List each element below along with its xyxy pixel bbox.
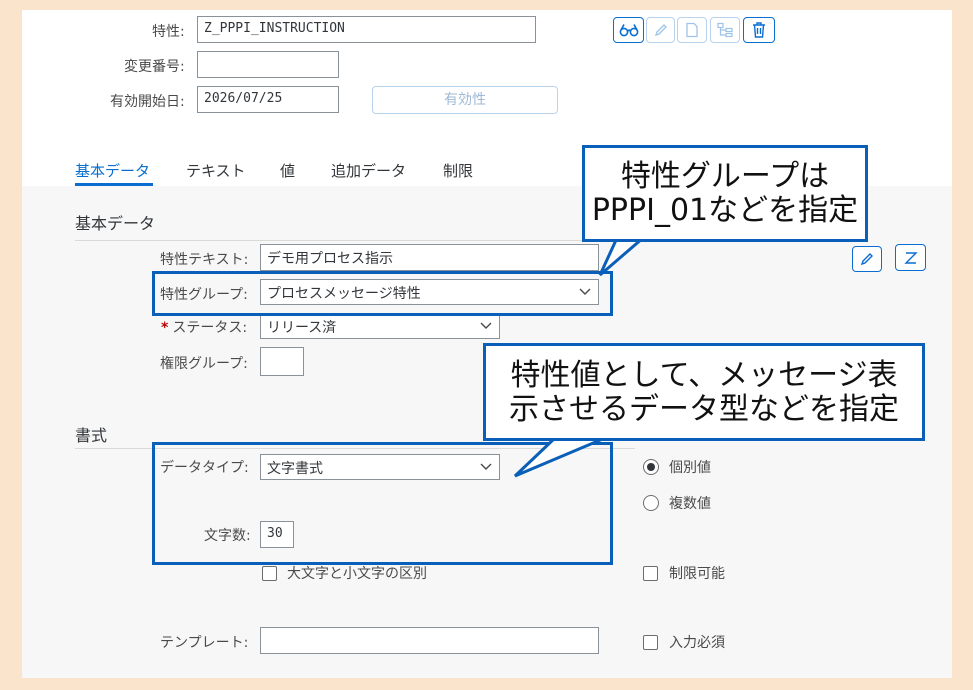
group-highlight-box — [152, 271, 613, 316]
multiple-values-radio[interactable] — [643, 495, 659, 511]
copy-icon — [686, 22, 698, 38]
hierarchy-button[interactable] — [710, 17, 740, 43]
tree-icon — [717, 22, 733, 38]
trash-icon — [753, 22, 765, 38]
language-icon — [903, 251, 918, 264]
tab-restrictions[interactable]: 制限 — [443, 160, 473, 181]
tab-additional-data[interactable]: 追加データ — [331, 160, 406, 181]
restrictable-checkbox[interactable] — [643, 566, 658, 581]
group-callout-line2: PPPI_01などを指定 — [591, 193, 859, 228]
template-label: テンプレート: — [160, 635, 249, 651]
characteristic-label: 特性: — [152, 24, 185, 40]
entry-required-label: 入力必須 — [669, 635, 725, 651]
chevron-down-icon — [480, 322, 492, 329]
value-callout-line1: 特性値として、メッセージ表 — [510, 358, 898, 393]
group-callout-line1: 特性グループは — [620, 159, 830, 194]
callout-pointer — [513, 436, 607, 478]
tab-basic-data[interactable]: 基本データ — [75, 160, 150, 181]
single-value-radio[interactable] — [643, 459, 659, 475]
tab-text[interactable]: テキスト — [186, 160, 246, 181]
description-field[interactable]: デモ用プロセス指示 — [260, 244, 599, 271]
characteristic-field[interactable]: Z_PPPI_INSTRUCTION — [197, 16, 536, 43]
edit-button[interactable] — [646, 17, 675, 43]
translate-button[interactable] — [895, 244, 926, 271]
create-button[interactable] — [677, 17, 707, 43]
value-callout: 特性値として、メッセージ表 示させるデータ型などを指定 — [483, 343, 925, 441]
status-label-text: ステータス: — [172, 320, 248, 336]
section-title-basic-data: 基本データ — [75, 214, 156, 233]
single-value-label: 個別値 — [669, 460, 711, 476]
display-button[interactable] — [613, 17, 644, 43]
status-select[interactable]: リリース済 — [260, 313, 500, 339]
glasses-icon — [619, 24, 638, 37]
multiple-values-label: 複数値 — [669, 496, 711, 512]
change-number-field[interactable] — [197, 51, 339, 78]
pencil-icon — [860, 253, 873, 266]
validity-button[interactable]: 有効性 — [372, 86, 558, 114]
change-number-label: 変更番号: — [124, 59, 185, 75]
callout-pointer — [598, 236, 648, 277]
valid-from-field[interactable]: 2026/07/25 — [197, 86, 339, 113]
pencil-icon — [654, 24, 667, 37]
section-title-format: 書式 — [75, 426, 108, 445]
status-label: * ステータス: — [161, 317, 247, 337]
auth-group-label: 権限グループ: — [160, 356, 248, 372]
entry-required-checkbox[interactable] — [643, 635, 658, 650]
auth-group-field[interactable] — [260, 347, 304, 376]
case-sensitive-checkbox[interactable] — [262, 566, 277, 581]
case-sensitive-label: 大文字と小文字の区別 — [287, 566, 427, 582]
group-callout: 特性グループは PPPI_01などを指定 — [582, 145, 868, 242]
restrictable-label: 制限可能 — [669, 566, 725, 582]
description-label: 特性テキスト: — [160, 252, 249, 268]
delete-button[interactable] — [743, 17, 775, 43]
section-divider — [75, 240, 635, 241]
value-callout-line2: 示させるデータ型などを指定 — [509, 392, 899, 427]
required-marker: * — [161, 320, 169, 336]
status-value: リリース済 — [267, 320, 337, 336]
tab-values[interactable]: 値 — [280, 160, 295, 181]
template-field[interactable] — [260, 627, 599, 654]
valid-from-label: 有効開始日: — [110, 94, 185, 110]
edit-text-button[interactable] — [852, 246, 882, 272]
